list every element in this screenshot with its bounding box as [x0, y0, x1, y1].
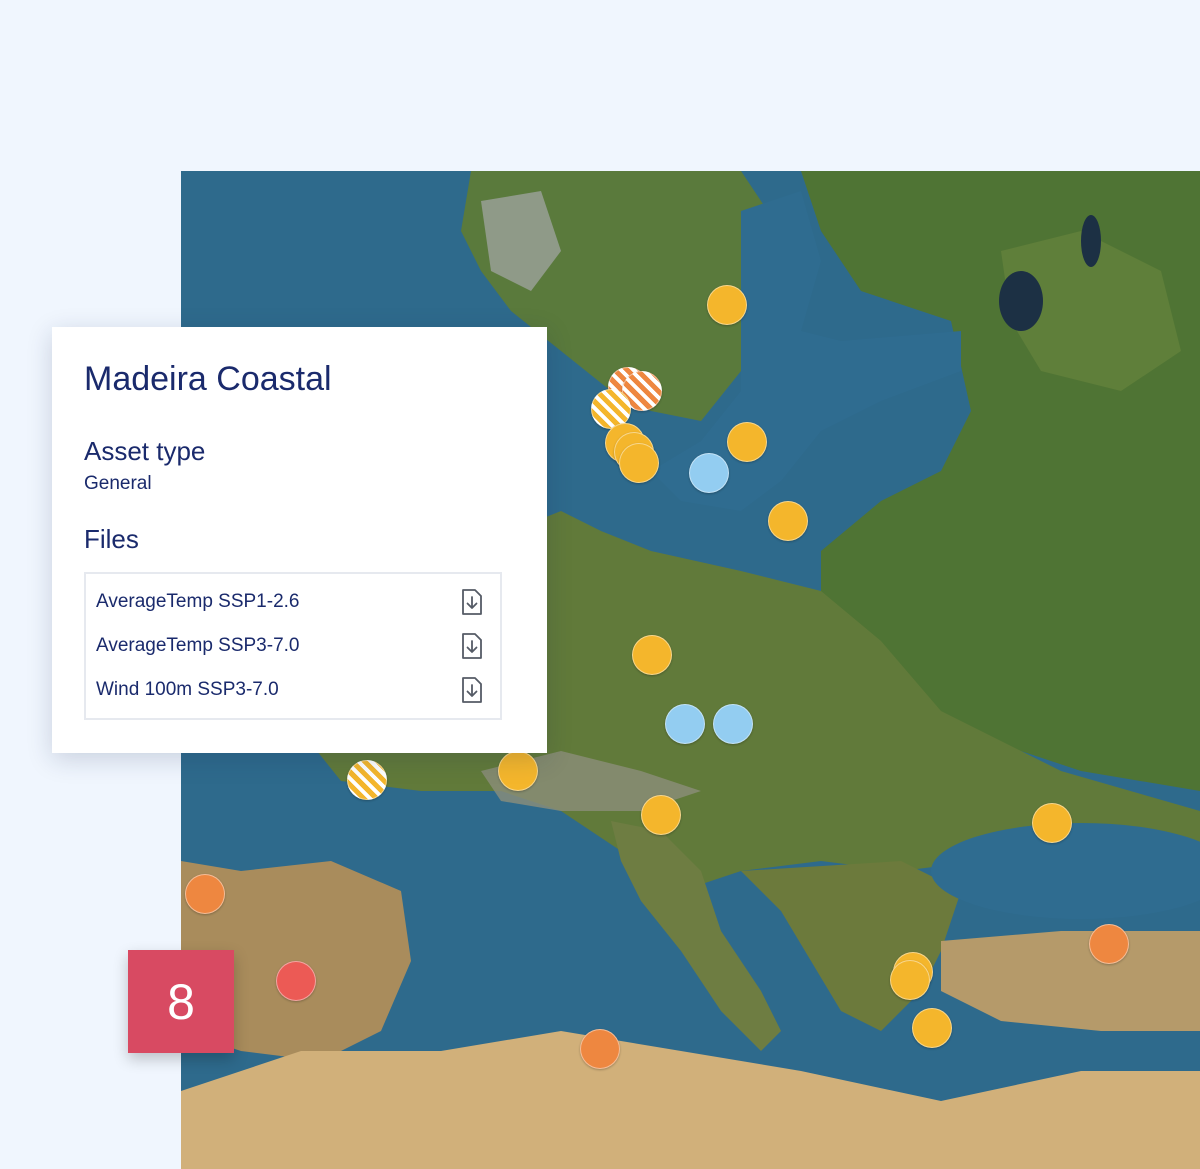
- map-marker[interactable]: [641, 795, 681, 835]
- map-marker[interactable]: [689, 453, 729, 493]
- asset-type-value: General: [84, 473, 152, 494]
- download-file-icon[interactable]: [460, 588, 484, 616]
- step-number-badge: 8: [128, 950, 234, 1053]
- map-marker[interactable]: [185, 874, 225, 914]
- file-name: AverageTemp SSP3-7.0: [96, 635, 300, 656]
- map-marker[interactable]: [498, 751, 538, 791]
- map-marker[interactable]: [1089, 924, 1129, 964]
- map-marker[interactable]: [632, 635, 672, 675]
- map-marker[interactable]: [619, 443, 659, 483]
- asset-title: Madeira Coastal: [84, 360, 332, 398]
- map-marker[interactable]: [890, 960, 930, 1000]
- file-list: AverageTemp SSP1-2.6 AverageTemp SSP3-7.…: [84, 572, 502, 720]
- file-name: AverageTemp SSP1-2.6: [96, 591, 300, 612]
- file-row[interactable]: AverageTemp SSP1-2.6: [86, 580, 500, 624]
- download-file-icon[interactable]: [460, 632, 484, 660]
- map-marker[interactable]: [912, 1008, 952, 1048]
- map-marker[interactable]: [580, 1029, 620, 1069]
- map-marker[interactable]: [727, 422, 767, 462]
- map-marker[interactable]: [707, 285, 747, 325]
- files-label: Files: [84, 524, 139, 554]
- map-marker[interactable]: [347, 760, 387, 800]
- map-marker[interactable]: [276, 961, 316, 1001]
- file-name: Wind 100m SSP3-7.0: [96, 679, 279, 700]
- map-marker[interactable]: [1032, 803, 1072, 843]
- asset-info-card: Madeira Coastal Asset type General Files…: [52, 327, 547, 753]
- asset-type-label: Asset type: [84, 436, 206, 466]
- map-marker[interactable]: [768, 501, 808, 541]
- file-row[interactable]: AverageTemp SSP3-7.0: [86, 624, 500, 668]
- map-marker[interactable]: [713, 704, 753, 744]
- map-marker[interactable]: [665, 704, 705, 744]
- download-file-icon[interactable]: [460, 676, 484, 704]
- file-row[interactable]: Wind 100m SSP3-7.0: [86, 668, 500, 712]
